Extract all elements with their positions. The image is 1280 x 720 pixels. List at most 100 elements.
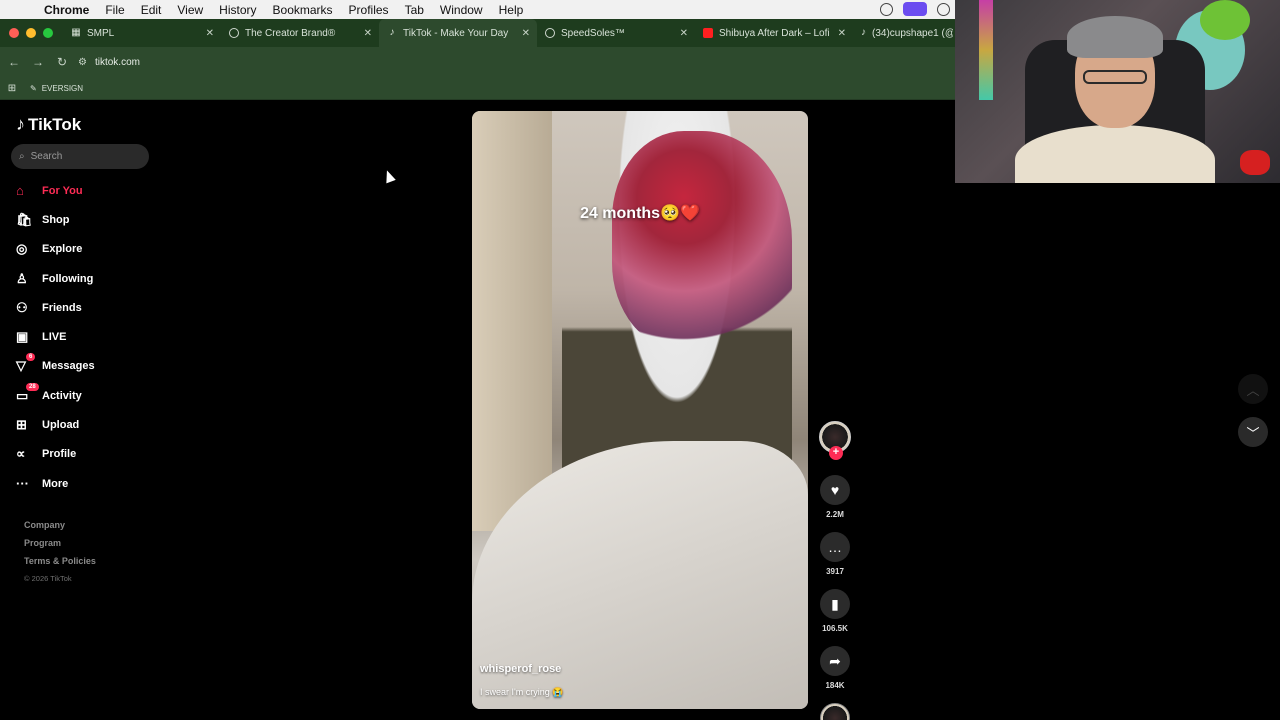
led-lights [979, 0, 993, 100]
menu-window[interactable]: Window [432, 3, 491, 17]
tab-shibuya[interactable]: Shibuya After Dark – Lofi Rai ✕ [695, 19, 853, 47]
video-overlay-text: 24 months🥺❤️ [580, 205, 700, 222]
nav-label: Friends [42, 301, 82, 314]
tab-title: The Creator Brand® [245, 27, 336, 39]
music-disc-icon[interactable] [820, 703, 850, 720]
nav-upload[interactable]: ⊞ Upload [16, 410, 95, 439]
activity-badge: 28 [26, 382, 39, 391]
tiktok-icon: ♪ [861, 27, 866, 38]
apps-grid-icon[interactable]: ⊞ [0, 83, 24, 94]
red-object [1240, 150, 1270, 175]
tab-tiktok[interactable]: ♪ TikTok - Make Your Day ✕ [379, 19, 537, 47]
url-field[interactable]: ⚙ tiktok.com [78, 57, 140, 68]
like-count: 2.2M [826, 510, 844, 519]
control-icon[interactable] [937, 2, 950, 16]
following-icon: ♙ [16, 270, 28, 286]
close-tab-icon[interactable]: ✕ [680, 28, 688, 39]
tab-title: SMPL [87, 27, 115, 39]
site-settings-icon[interactable]: ⚙ [78, 57, 87, 68]
nav-more[interactable]: ··· More [16, 469, 95, 498]
logo-text: TikTok [28, 114, 82, 134]
nav-label: Profile [42, 448, 77, 461]
menu-history[interactable]: History [211, 3, 264, 17]
footer-program-link[interactable]: Program [24, 538, 96, 556]
status-icon[interactable] [880, 2, 893, 16]
share-button[interactable]: ➦ [820, 646, 850, 676]
save-button[interactable]: ▮ [820, 589, 850, 619]
menu-help[interactable]: Help [491, 3, 532, 17]
tab-smpl[interactable]: ▦ SMPL ✕ [63, 19, 221, 47]
search-box[interactable]: ⌕ [11, 144, 149, 169]
globe-icon [229, 28, 239, 38]
previous-video-button[interactable]: ︿ [1238, 374, 1268, 404]
sidebar-footer: Company Program Terms & Policies © 2026 … [24, 520, 96, 592]
browser-tab-bar: ▦ SMPL ✕ The Creator Brand® ✕ ♪ TikTok -… [0, 19, 955, 47]
nav-label: Activity [42, 389, 82, 402]
menu-app-chrome[interactable]: Chrome [36, 3, 97, 17]
close-tab-icon[interactable]: ✕ [522, 28, 530, 39]
tiktok-logo[interactable]: ♪ TikTok [16, 114, 81, 135]
nav-friends[interactable]: ⚇ Friends [16, 293, 95, 322]
close-tab-icon[interactable]: ✕ [838, 28, 846, 39]
shop-icon: 🛍 [16, 211, 33, 227]
follow-plus-icon[interactable]: + [829, 446, 843, 460]
tab-title: (34)cupshape1 (@cup [872, 27, 953, 39]
minimize-window-button[interactable] [26, 28, 36, 38]
share-icon: ➦ [829, 652, 841, 669]
nav-for-you[interactable]: ⌂ For You [16, 176, 95, 205]
video-description: I swear I'm crying 😭 [480, 687, 564, 697]
address-bar: ← → ↻ ⚙ tiktok.com [0, 47, 955, 77]
back-icon[interactable]: ← [2, 55, 26, 69]
nav-label: Explore [42, 243, 83, 256]
video-player[interactable]: 24 months🥺❤️ whisperof_rose I swear I'm … [472, 111, 808, 709]
tab-speedsoles[interactable]: SpeedSoles™ ✕ [537, 19, 695, 47]
nav-explore[interactable]: ◎ Explore [16, 235, 95, 264]
sidebar-nav: ⌂ For You 🛍 Shop ◎ Explore ♙ Following ⚇… [16, 176, 95, 498]
comment-count: 3917 [826, 567, 844, 576]
nav-following[interactable]: ♙ Following [16, 264, 95, 293]
profile-icon: ∝ [16, 446, 26, 462]
reload-icon[interactable]: ↻ [50, 55, 74, 69]
menu-bookmarks[interactable]: Bookmarks [265, 3, 341, 17]
bookmark-icon: ▮ [831, 595, 839, 612]
close-window-button[interactable] [9, 28, 19, 38]
nav-activity[interactable]: ▭ 28 Activity [16, 381, 95, 410]
footer-company-link[interactable]: Company [24, 520, 96, 538]
comment-button[interactable]: … [820, 532, 850, 562]
menu-edit[interactable]: Edit [133, 3, 170, 17]
tab-creator-brand[interactable]: The Creator Brand® ✕ [221, 19, 379, 47]
footer-terms-link[interactable]: Terms & Policies [24, 556, 96, 574]
plush-toy [1200, 0, 1250, 40]
menu-tab[interactable]: Tab [397, 3, 432, 17]
nav-profile[interactable]: ∝ Profile [16, 440, 95, 469]
video-frame-bouquet [612, 131, 792, 351]
more-icon: ··· [16, 476, 29, 492]
nav-label: Messages [42, 360, 95, 373]
tab-cupshape[interactable]: ♪ (34)cupshape1 (@cup [853, 19, 953, 47]
menu-profiles[interactable]: Profiles [341, 3, 397, 17]
messages-icon: ▽ 6 [16, 353, 42, 374]
video-username[interactable]: whisperof_rose [480, 663, 561, 675]
next-video-button[interactable]: ﹀ [1238, 417, 1268, 447]
nav-live[interactable]: ▣ LIVE [16, 322, 95, 351]
screen-record-icon[interactable] [903, 2, 927, 16]
nav-label: Following [42, 272, 94, 285]
nav-shop[interactable]: 🛍 Shop [16, 205, 95, 234]
bookmark-eversign[interactable]: ✎ EVERSIGN [30, 84, 83, 93]
window-controls [0, 28, 63, 38]
fullscreen-window-button[interactable] [43, 28, 53, 38]
close-tab-icon[interactable]: ✕ [206, 28, 214, 39]
globe-icon [545, 28, 555, 38]
nav-messages[interactable]: ▽ 6 Messages [16, 352, 95, 381]
video-actions: + ♥ 2.2M … 3917 ▮ 106.5K ➦ 184K [818, 421, 852, 720]
menu-file[interactable]: File [97, 3, 132, 17]
menu-view[interactable]: View [169, 3, 211, 17]
chevron-up-icon: ︿ [1246, 382, 1260, 398]
forward-icon[interactable]: → [26, 55, 50, 69]
save-count: 106.5K [822, 624, 848, 633]
close-tab-icon[interactable]: ✕ [364, 28, 372, 39]
streamer-cap [1067, 16, 1163, 58]
like-button[interactable]: ♥ [820, 475, 850, 505]
search-input[interactable] [30, 151, 131, 162]
creator-avatar[interactable]: + [819, 421, 851, 460]
